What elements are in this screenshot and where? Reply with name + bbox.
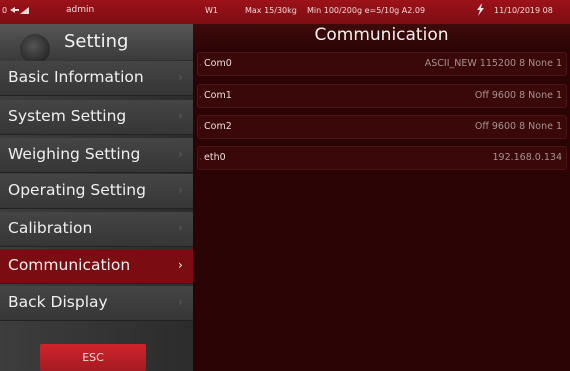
sidebar-item-label: Weighing Setting (8, 145, 141, 163)
chevron-right-icon: › (178, 295, 183, 309)
port-name: Com1 (204, 90, 232, 101)
port-config: Off 9600 8 None 1 (474, 121, 562, 132)
port-config: ASCII_NEW 115200 8 None 1 (424, 58, 562, 69)
scale-w1-label: W1 (205, 6, 218, 15)
port-name: eth0 (204, 152, 226, 163)
max-capacity-label: Max 15/30kg (245, 6, 297, 15)
min-capacity-label: Min 100/200g e=5/10g A2.09 (307, 6, 426, 15)
comm-row-com0[interactable]: · Com0 ASCII_NEW 115200 8 None 1 (197, 52, 567, 76)
chevron-right-icon: › (178, 147, 183, 161)
comm-row-com1[interactable]: · Com1 Off 9600 8 None 1 (197, 84, 567, 108)
bullet-icon: · (199, 155, 202, 164)
status-zero: 0 (2, 6, 8, 15)
bullet-icon: · (199, 61, 202, 70)
panel-header: Communication (193, 24, 570, 48)
sidebar-item-calibration[interactable]: Calibration › (0, 212, 193, 247)
date-time: 11/10/2019 08 (494, 6, 553, 15)
port-name: Com2 (204, 121, 232, 132)
port-config: Off 9600 8 None 1 (474, 90, 562, 101)
communication-panel: Communication · Com0 ASCII_NEW 115200 8 … (193, 24, 570, 371)
sidebar-item-label: Back Display (8, 293, 108, 311)
port-name: Com0 (204, 58, 232, 69)
chevron-right-icon: › (178, 221, 183, 235)
sidebar-item-operating-setting[interactable]: Operating Setting › (0, 174, 193, 209)
sidebar-title: Setting (64, 31, 129, 52)
sidebar-item-back-display[interactable]: Back Display › (0, 286, 193, 321)
sidebar-item-communication[interactable]: Communication › (0, 249, 193, 284)
signal-icon (10, 5, 30, 15)
sidebar-item-label: Operating Setting (8, 181, 146, 199)
sidebar-item-label: Communication (8, 256, 131, 274)
status-bar: 0 admin W1 Max 15/30kg Min 100/200g e=5/… (0, 0, 570, 24)
port-config: 192.168.0.134 (492, 152, 562, 163)
sidebar-item-label: System Setting (8, 107, 127, 125)
chevron-right-icon: › (178, 183, 183, 197)
lightning-icon (476, 3, 485, 19)
sidebar-item-label: Basic Information (8, 68, 144, 86)
sidebar-item-system-setting[interactable]: System Setting › (0, 100, 193, 135)
sidebar-item-weighing-setting[interactable]: Weighing Setting › (0, 138, 193, 173)
chevron-right-icon: › (178, 70, 183, 84)
comm-row-com2[interactable]: · Com2 Off 9600 8 None 1 (197, 115, 567, 139)
esc-button[interactable]: ESC (40, 344, 146, 371)
page-title: Communication (314, 25, 449, 45)
sidebar-item-label: Calibration (8, 219, 93, 237)
comm-row-eth0[interactable]: · eth0 192.168.0.134 (197, 146, 567, 170)
bullet-icon: · (199, 93, 202, 102)
user-label: admin (66, 5, 95, 15)
gear-icon (20, 34, 50, 64)
bullet-icon: · (199, 124, 202, 133)
sidebar-header: Setting (0, 24, 193, 64)
chevron-right-icon: › (178, 258, 183, 272)
sidebar-item-basic-information[interactable]: Basic Information › (0, 61, 193, 96)
settings-sidebar: Setting Basic Information › System Setti… (0, 24, 193, 371)
chevron-right-icon: › (178, 109, 183, 123)
